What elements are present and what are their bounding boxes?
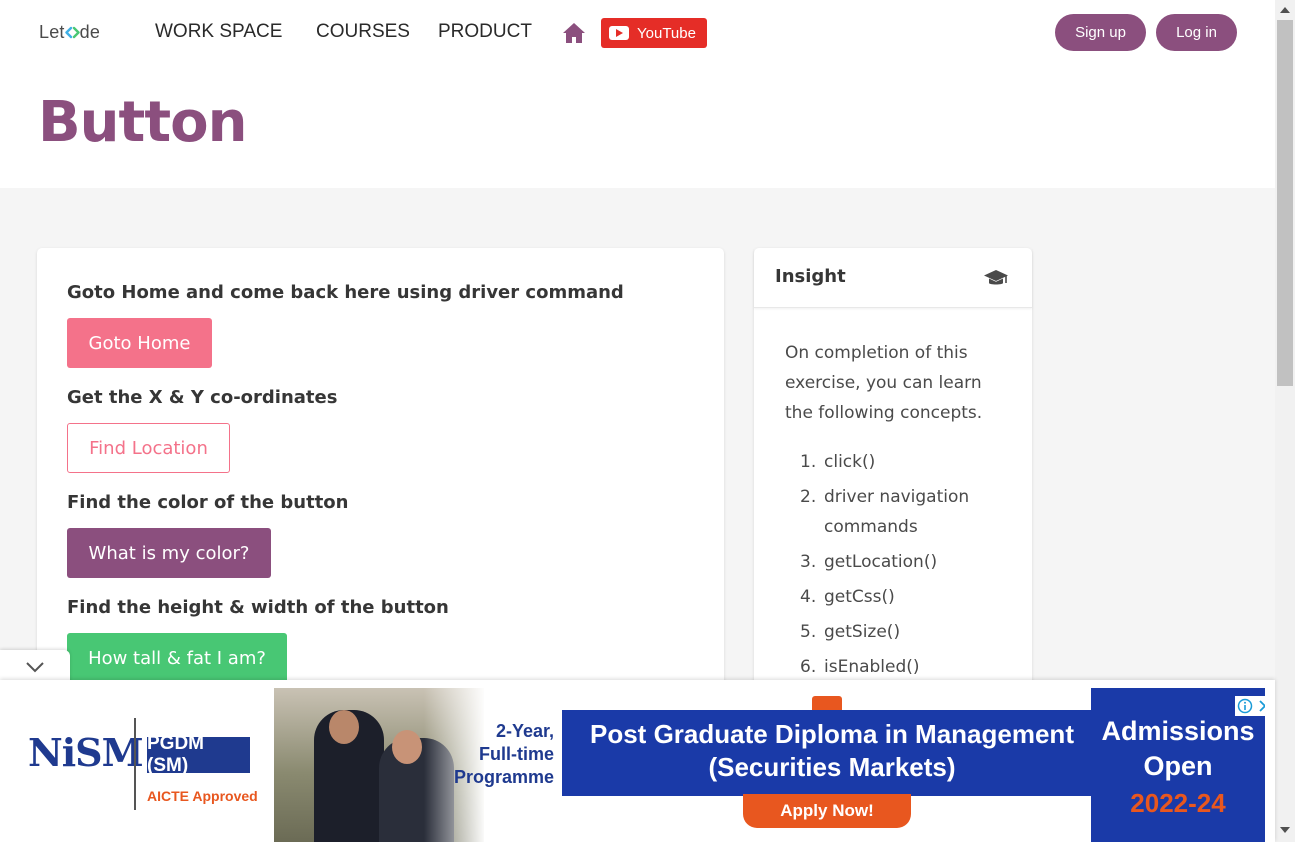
insight-description: On completion of this exercise, you can … bbox=[785, 343, 983, 423]
question-coordinates: Get the X & Y co-ordinates bbox=[67, 387, 338, 408]
insight-card: Insight On completion of this exercise, … bbox=[754, 248, 1032, 688]
ad-year: 2022-24 bbox=[1130, 788, 1226, 818]
ad-choices bbox=[1235, 696, 1265, 716]
question-goto-home: Goto Home and come back here using drive… bbox=[67, 282, 624, 303]
question-color: Find the color of the button bbox=[67, 492, 349, 513]
nav-product[interactable]: PRODUCT bbox=[438, 21, 532, 43]
insight-title: Insight bbox=[775, 266, 846, 287]
ad-info-icon[interactable] bbox=[1235, 696, 1255, 716]
ad-banner[interactable]: NiSM PGDM (SM) AICTE Approved 2-Year, Fu… bbox=[10, 688, 1265, 842]
top-navbar: Let de WORK SPACE COURSES PRODUCT YouTube… bbox=[0, 0, 1275, 66]
ad-pgdm-badge: PGDM (SM) bbox=[147, 733, 250, 776]
ad-headline-band: Post Graduate Diploma in Management (Sec… bbox=[562, 710, 1102, 796]
page-header: Button bbox=[0, 66, 1275, 188]
page-scrollbar[interactable] bbox=[1275, 0, 1295, 842]
ad-admissions-text: Admissions Open bbox=[1101, 716, 1255, 781]
youtube-play-icon bbox=[609, 26, 629, 40]
youtube-button[interactable]: YouTube bbox=[601, 18, 707, 48]
scroll-down-arrow-icon[interactable] bbox=[1280, 827, 1290, 833]
what-is-my-color-button[interactable]: What is my color? bbox=[67, 528, 271, 578]
page-title: Button bbox=[38, 90, 247, 155]
letcode-logo[interactable]: Let de bbox=[39, 22, 100, 43]
logo-code-icon bbox=[64, 26, 80, 39]
sign-up-button[interactable]: Sign up bbox=[1055, 14, 1146, 51]
concept-item: 4. getCss() bbox=[800, 587, 895, 607]
exercise-card: Goto Home and come back here using drive… bbox=[37, 248, 724, 688]
ad-close-icon[interactable] bbox=[1255, 696, 1265, 716]
ad-aicte-text: AICTE Approved bbox=[147, 788, 258, 804]
concept-item: 5. getSize() bbox=[800, 622, 901, 642]
concept-item: 1. click() bbox=[800, 452, 876, 472]
ad-banner-container: NiSM PGDM (SM) AICTE Approved 2-Year, Fu… bbox=[0, 680, 1275, 842]
ad-headline: Post Graduate Diploma in Management (Sec… bbox=[590, 719, 1074, 782]
ad-programme-text: 2-Year, Full-time Programme bbox=[453, 721, 554, 787]
concept-item: 6. isEnabled() bbox=[800, 657, 920, 677]
how-tall-fat-button[interactable]: How tall & fat I am? bbox=[67, 633, 287, 683]
ad-divider bbox=[134, 718, 136, 810]
insight-header: Insight bbox=[754, 248, 1032, 308]
scroll-up-arrow-icon[interactable] bbox=[1280, 7, 1290, 13]
nav-courses[interactable]: COURSES bbox=[316, 21, 410, 43]
home-icon[interactable] bbox=[562, 22, 586, 44]
goto-home-button[interactable]: Goto Home bbox=[67, 318, 212, 368]
concept-item: 2. driver navigation commands bbox=[800, 487, 970, 537]
question-size: Find the height & width of the button bbox=[67, 597, 449, 618]
log-in-button[interactable]: Log in bbox=[1156, 14, 1237, 51]
concepts-list: 1. click() 2. driver navigation commands 3… bbox=[800, 447, 1010, 687]
find-location-button[interactable]: Find Location bbox=[67, 423, 230, 473]
ad-nism-logo: NiSM bbox=[28, 730, 144, 775]
concept-item: 3. getLocation() bbox=[800, 552, 938, 572]
ad-apply-now-button[interactable]: Apply Now! bbox=[743, 794, 911, 828]
ad-collapse-button[interactable] bbox=[0, 650, 70, 684]
scrollbar-thumb[interactable] bbox=[1277, 20, 1293, 386]
chevron-down-icon bbox=[26, 662, 44, 673]
graduation-cap-icon bbox=[984, 270, 1008, 285]
nav-work-space[interactable]: WORK SPACE bbox=[155, 21, 282, 43]
